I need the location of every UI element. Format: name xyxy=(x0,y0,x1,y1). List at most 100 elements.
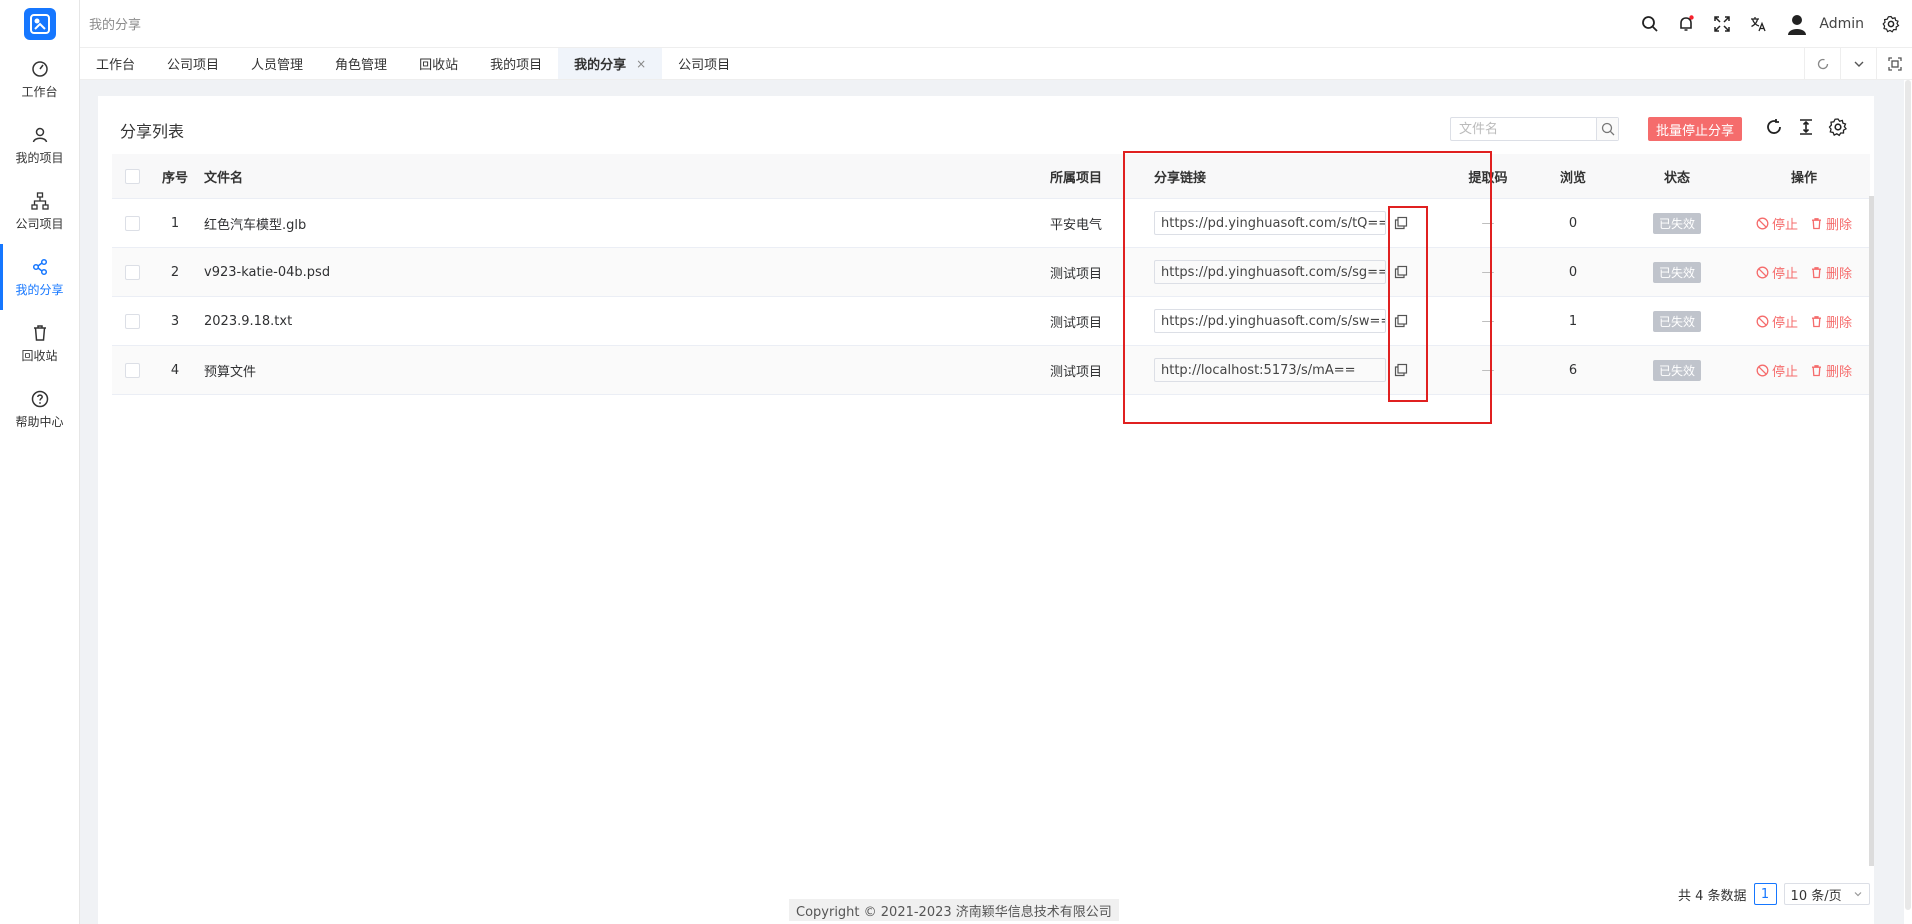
forbid-icon xyxy=(1756,266,1769,278)
trash-icon xyxy=(1812,364,1821,376)
tab-my-projects[interactable]: 我的项目 xyxy=(474,48,558,79)
row-select-cell xyxy=(112,313,152,329)
user-name[interactable]: Admin xyxy=(1819,16,1864,32)
fullscreen-icon[interactable] xyxy=(1713,15,1731,33)
share-link-highlight-box xyxy=(1123,151,1492,424)
tab-menu-button[interactable] xyxy=(1840,48,1876,79)
org-tree-icon xyxy=(30,191,49,210)
tab-role-management[interactable]: 角色管理 xyxy=(319,48,403,79)
page-scrollbar[interactable] xyxy=(1904,80,1912,924)
column-header-index: 序号 xyxy=(161,170,188,186)
maximize-button[interactable] xyxy=(1876,48,1912,79)
share-icon xyxy=(32,258,47,275)
row-actions: 停止 删除 xyxy=(1738,312,1870,331)
refresh-icon xyxy=(1817,58,1828,69)
tab-my-shares[interactable]: 我的分享 × xyxy=(558,48,663,79)
tab-company-projects-2[interactable]: 公司项目 xyxy=(662,48,746,79)
share-logo[interactable] xyxy=(23,8,56,40)
sidebar-item-my-shares[interactable]: 我的分享 xyxy=(0,244,79,310)
pagination: 共 4 条数据 1 10 条/页 xyxy=(1678,883,1870,905)
gear-icon[interactable] xyxy=(1882,15,1900,33)
row-status-cell: 已失效 xyxy=(1616,212,1738,234)
search-icon[interactable] xyxy=(1641,15,1659,33)
sidebar-item-company-projects[interactable]: 公司项目 xyxy=(0,178,79,244)
row-select-cell xyxy=(112,362,152,378)
total-count: 共 4 条数据 xyxy=(1678,888,1747,904)
search-button[interactable] xyxy=(1596,118,1618,140)
row-status-cell: 已失效 xyxy=(1616,261,1738,283)
row-checkbox[interactable] xyxy=(124,264,140,280)
search-input[interactable] xyxy=(1451,118,1596,140)
stop-label: 停止 xyxy=(1771,217,1798,233)
select-all-cell xyxy=(112,168,152,184)
stop-share-button[interactable]: 停止 xyxy=(1756,263,1798,282)
chevron-down-icon xyxy=(1854,892,1861,897)
row-checkbox[interactable] xyxy=(124,362,140,378)
trash-icon xyxy=(33,324,46,341)
tab-staff-management[interactable]: 人员管理 xyxy=(235,48,319,79)
row-checkbox[interactable] xyxy=(124,313,140,329)
row-file-name: 红色汽车模型.glb xyxy=(204,217,307,233)
status-badge: 已失效 xyxy=(1652,359,1701,381)
refresh-tab-button[interactable] xyxy=(1804,48,1840,79)
forbid-icon xyxy=(1756,315,1769,327)
table-scrollbar[interactable] xyxy=(1869,196,1874,866)
table-tools xyxy=(1764,117,1848,137)
row-project: 平安电气 xyxy=(1049,217,1102,233)
delete-button[interactable]: 删除 xyxy=(1810,361,1852,380)
tab-close-icon[interactable]: × xyxy=(636,57,646,71)
stop-share-button[interactable]: 停止 xyxy=(1756,361,1798,380)
tabs-bar: 工作台 公司项目 人员管理 角色管理 回收站 我的项目 我的分享 × 公司项目 xyxy=(80,48,1912,80)
table-header: 序号 文件名 所属项目 分享链接 提取码 浏览 状态 操作 xyxy=(112,154,1870,199)
delete-button[interactable]: 删除 xyxy=(1810,214,1852,233)
row-views: 6 xyxy=(1568,362,1578,378)
sidebar-item-my-projects[interactable]: 我的项目 xyxy=(0,112,79,178)
sidebar-item-workbench[interactable]: 工作台 xyxy=(0,46,79,112)
row-select-cell xyxy=(112,215,152,231)
stop-share-button[interactable]: 停止 xyxy=(1756,312,1798,331)
sidebar-item-label: 工作台 xyxy=(21,84,58,99)
row-views: 1 xyxy=(1568,313,1578,329)
bell-icon[interactable] xyxy=(1677,14,1695,33)
sidebar-item-label: 我的项目 xyxy=(15,150,64,165)
avatar[interactable] xyxy=(1785,12,1809,36)
search-box xyxy=(1450,117,1619,141)
delete-button[interactable]: 删除 xyxy=(1810,263,1852,282)
column-header-views: 浏览 xyxy=(1559,170,1586,186)
row-project: 测试项目 xyxy=(1049,315,1102,331)
tab-label: 人员管理 xyxy=(251,58,304,73)
copyright-text: Copyright © 2021-2023 济南颖华信息技术有限公司 xyxy=(789,899,1119,921)
chevron-down-icon xyxy=(1854,61,1863,67)
table-row: 1 红色汽车模型.glb 平安电气 https://pd.yinghuasoft… xyxy=(112,199,1870,248)
table-row: 2 v923-katie-04b.psd 测试项目 https://pd.yin… xyxy=(112,248,1870,297)
batch-stop-share-button[interactable]: 批量停止分享 xyxy=(1648,117,1743,141)
translate-icon[interactable] xyxy=(1749,15,1767,33)
search-icon xyxy=(1601,122,1614,136)
tab-recycle-bin[interactable]: 回收站 xyxy=(403,48,474,79)
page-scrollbar-thumb[interactable] xyxy=(1905,80,1911,910)
tab-label: 回收站 xyxy=(419,58,459,73)
delete-button[interactable]: 删除 xyxy=(1810,312,1852,331)
page-size-label: 10 条/页 xyxy=(1790,888,1842,904)
page-button-1[interactable]: 1 xyxy=(1753,883,1777,905)
tab-workbench[interactable]: 工作台 xyxy=(80,48,151,79)
refresh-icon[interactable] xyxy=(1764,117,1784,137)
stop-share-button[interactable]: 停止 xyxy=(1756,214,1798,233)
sidebar-item-recycle-bin[interactable]: 回收站 xyxy=(0,310,79,376)
help-icon xyxy=(31,390,48,407)
row-actions: 停止 删除 xyxy=(1738,263,1870,282)
row-checkbox[interactable] xyxy=(124,215,140,231)
tab-company-projects[interactable]: 公司项目 xyxy=(151,48,235,79)
row-file-name: v923-katie-04b.psd xyxy=(204,264,331,280)
column-height-icon[interactable] xyxy=(1796,117,1816,137)
delete-label: 删除 xyxy=(1826,364,1853,380)
status-badge: 已失效 xyxy=(1652,261,1701,283)
page-size-select[interactable]: 10 条/页 xyxy=(1783,883,1870,905)
maximize-icon xyxy=(1887,56,1902,71)
tab-label: 工作台 xyxy=(96,58,136,73)
sidebar-item-help-center[interactable]: 帮助中心 xyxy=(0,376,79,442)
column-settings-icon[interactable] xyxy=(1828,117,1848,137)
column-header-actions: 操作 xyxy=(1790,170,1817,186)
select-all-checkbox[interactable] xyxy=(124,168,140,184)
status-badge: 已失效 xyxy=(1652,212,1701,234)
